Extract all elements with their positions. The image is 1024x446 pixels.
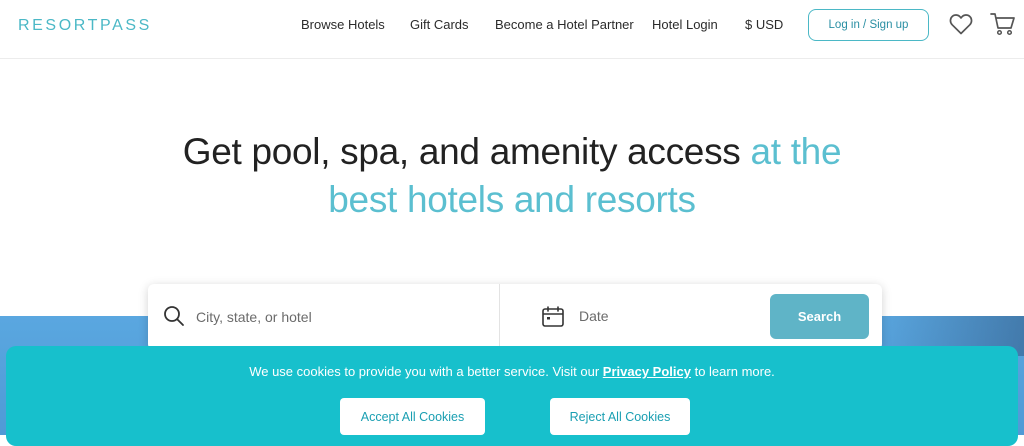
search-bar: Date Search [148,284,882,350]
nav-hotel-login[interactable]: Hotel Login [652,17,718,32]
nav-browse-hotels[interactable]: Browse Hotels [301,17,385,32]
cookie-banner: We use cookies to provide you with a bet… [6,346,1018,446]
reject-all-cookies-button[interactable]: Reject All Cookies [550,398,690,435]
search-divider [499,284,500,350]
cookie-text-before: We use cookies to provide you with a bet… [249,364,600,379]
search-button[interactable]: Search [770,294,869,339]
cart-icon[interactable] [989,10,1017,38]
currency-selector[interactable]: $ USD [745,17,783,32]
heart-icon[interactable] [947,10,975,38]
resortpass-logo[interactable]: RESORTPASS [18,17,152,35]
login-signup-button[interactable]: Log in / Sign up [808,9,929,41]
location-search-input[interactable] [194,302,488,332]
hero-headline: Get pool, spa, and amenity access at the… [0,128,1024,224]
date-picker[interactable]: Date [579,308,609,324]
nav-become-hotel-partner[interactable]: Become a Hotel Partner [495,17,634,32]
search-icon [162,304,186,328]
site-header: RESORTPASS Browse Hotels Gift Cards Beco… [0,0,1024,59]
privacy-policy-link[interactable]: Privacy Policy [603,364,691,379]
accept-all-cookies-button[interactable]: Accept All Cookies [340,398,485,435]
nav-gift-cards[interactable]: Gift Cards [410,17,469,32]
hero-headline-accent-1: at the [750,131,842,172]
hero-headline-accent-2: best hotels and resorts [328,179,696,220]
calendar-icon[interactable] [541,305,565,329]
cookie-message: We use cookies to provide you with a bet… [6,364,1018,379]
cookie-text-after: to learn more. [694,364,775,379]
hero-headline-main: Get pool, spa, and amenity access [182,131,741,172]
